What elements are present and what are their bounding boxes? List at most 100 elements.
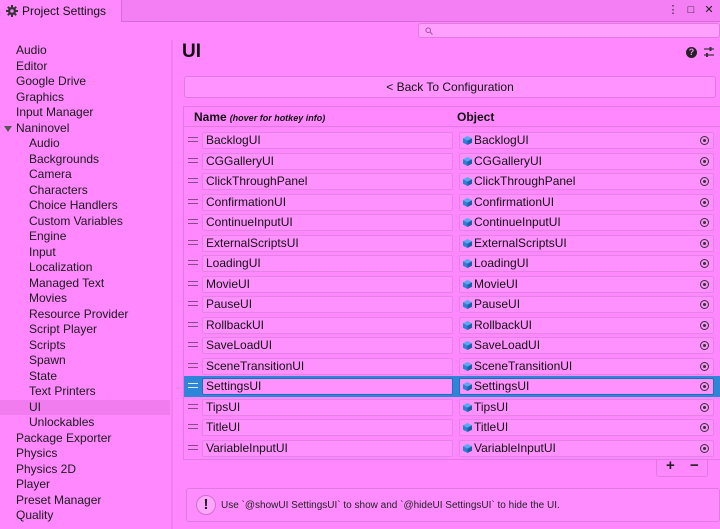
- ui-name-field[interactable]: SaveLoadUI: [202, 337, 453, 354]
- drag-handle-icon[interactable]: [188, 362, 198, 368]
- ui-name-field[interactable]: VariableInputUI: [202, 439, 453, 457]
- sidebar-item[interactable]: Scripts: [0, 338, 170, 354]
- maximize-icon[interactable]: □: [684, 3, 698, 17]
- more-options-icon[interactable]: ⋮: [666, 3, 680, 17]
- drag-handle-icon[interactable]: [188, 219, 198, 224]
- sidebar-item[interactable]: Physics: [0, 446, 170, 462]
- ui-object-field[interactable]: BacklogUI: [459, 132, 714, 149]
- remove-button[interactable]: −: [690, 457, 699, 474]
- object-picker-icon[interactable]: [700, 279, 709, 289]
- sidebar-item[interactable]: Graphics: [0, 90, 170, 106]
- drag-handle-icon[interactable]: [188, 403, 198, 409]
- ui-list-row[interactable]: MovieUI MovieUI: [184, 274, 720, 295]
- sidebar-item[interactable]: Player: [0, 477, 170, 493]
- sidebar-item[interactable]: Input: [0, 245, 170, 261]
- object-picker-icon[interactable]: [700, 218, 709, 227]
- sidebar-item[interactable]: Script Player: [0, 322, 170, 338]
- ui-list-row[interactable]: RollbackUI RollbackUI: [184, 315, 720, 336]
- sidebar-item[interactable]: Spawn: [0, 353, 170, 369]
- sidebar-item[interactable]: Package Exporter: [0, 431, 170, 447]
- ui-list-row[interactable]: TipsUI TipsUI: [184, 397, 720, 418]
- ui-list-row[interactable]: SaveLoadUI SaveLoadUI: [184, 335, 720, 356]
- object-picker-icon[interactable]: [700, 402, 709, 412]
- ui-list-row[interactable]: LoadingUI LoadingUI: [184, 253, 720, 274]
- ui-object-field[interactable]: SceneTransitionUI: [459, 357, 714, 375]
- ui-list-row[interactable]: BacklogUI BacklogUI: [184, 130, 720, 151]
- sidebar-item[interactable]: Quality: [0, 508, 170, 524]
- drag-handle-icon[interactable]: [188, 137, 198, 142]
- drag-handle-icon[interactable]: [188, 280, 198, 286]
- ui-list-row[interactable]: ClickThroughPanel ClickThroughPanel: [184, 171, 720, 192]
- preset-settings-icon[interactable]: [703, 45, 715, 59]
- ui-list-row[interactable]: ConfirmationUI ConfirmationUI: [184, 192, 720, 213]
- sidebar-item[interactable]: Preset Manager: [0, 493, 170, 509]
- sidebar-item[interactable]: State: [0, 369, 170, 385]
- drag-handle-icon[interactable]: [188, 178, 198, 183]
- project-settings-tab[interactable]: Project Settings: [0, 0, 122, 22]
- ui-list-row[interactable]: ExternalScriptsUI ExternalScriptsUI: [184, 233, 720, 254]
- sidebar-item[interactable]: Custom Variables: [0, 214, 170, 230]
- object-picker-icon[interactable]: [700, 259, 709, 268]
- ui-object-field[interactable]: RollbackUI: [459, 316, 714, 334]
- panel-splitter[interactable]: [171, 40, 173, 529]
- ui-object-field[interactable]: VariableInputUI: [459, 439, 714, 457]
- drag-handle-icon[interactable]: [188, 321, 198, 327]
- ui-object-field[interactable]: ExternalScriptsUI: [459, 234, 714, 252]
- object-picker-icon[interactable]: [700, 238, 709, 248]
- ui-object-field[interactable]: PauseUI: [459, 296, 714, 313]
- sidebar-item[interactable]: Backgrounds: [0, 152, 170, 168]
- ui-name-field[interactable]: TipsUI: [202, 398, 453, 416]
- ui-name-field[interactable]: ClickThroughPanel: [202, 173, 453, 190]
- sidebar-item[interactable]: Google Drive: [0, 74, 170, 90]
- drag-handle-icon[interactable]: [188, 424, 198, 429]
- object-picker-icon[interactable]: [700, 320, 709, 330]
- sidebar-item[interactable]: Characters: [0, 183, 170, 199]
- sidebar-item[interactable]: Physics 2D: [0, 462, 170, 478]
- sidebar-item[interactable]: Localization: [0, 260, 170, 276]
- drag-handle-icon[interactable]: [188, 301, 198, 306]
- object-picker-icon[interactable]: [700, 197, 709, 207]
- ui-object-field[interactable]: TitleUI: [459, 419, 714, 436]
- ui-name-field[interactable]: PauseUI: [202, 296, 453, 313]
- ui-object-field[interactable]: SettingsUI: [459, 378, 714, 395]
- drag-handle-icon[interactable]: [188, 383, 198, 388]
- object-picker-icon[interactable]: [700, 156, 709, 166]
- object-picker-icon[interactable]: [700, 382, 709, 391]
- ui-name-field[interactable]: RollbackUI: [202, 316, 453, 334]
- ui-list-row[interactable]: TitleUI TitleUI: [184, 417, 720, 438]
- sidebar-item[interactable]: Choice Handlers: [0, 198, 170, 214]
- object-picker-icon[interactable]: [700, 177, 709, 186]
- ui-name-field[interactable]: ContinueInputUI: [202, 214, 453, 231]
- ui-name-field[interactable]: SceneTransitionUI: [202, 357, 453, 375]
- object-picker-icon[interactable]: [700, 300, 709, 309]
- ui-name-field[interactable]: LoadingUI: [202, 255, 453, 272]
- ui-object-field[interactable]: MovieUI: [459, 275, 714, 293]
- sidebar-item[interactable]: Editor: [0, 59, 170, 75]
- ui-name-field[interactable]: ConfirmationUI: [202, 193, 453, 211]
- ui-name-field[interactable]: TitleUI: [202, 419, 453, 436]
- drag-handle-icon[interactable]: [188, 239, 198, 245]
- ui-object-field[interactable]: ContinueInputUI: [459, 214, 714, 231]
- drag-handle-icon[interactable]: [188, 260, 198, 265]
- add-button[interactable]: +: [666, 457, 675, 474]
- object-picker-icon[interactable]: [700, 136, 709, 145]
- object-picker-icon[interactable]: [700, 423, 709, 432]
- sidebar-item[interactable]: Audio: [0, 43, 170, 59]
- ui-object-field[interactable]: LoadingUI: [459, 255, 714, 272]
- ui-list-row[interactable]: ContinueInputUI ContinueInputUI: [184, 212, 720, 233]
- sidebar-item[interactable]: Text Printers: [0, 384, 170, 400]
- object-picker-icon[interactable]: [700, 341, 709, 350]
- ui-list-row[interactable]: CGGalleryUI CGGalleryUI: [184, 151, 720, 172]
- object-picker-icon[interactable]: [700, 443, 709, 453]
- sidebar-item[interactable]: Naninovel: [0, 121, 170, 137]
- ui-list-row[interactable]: SceneTransitionUI SceneTransitionUI: [184, 356, 720, 377]
- back-to-configuration-button[interactable]: < Back To Configuration: [184, 76, 716, 98]
- ui-name-field[interactable]: SettingsUI: [202, 378, 453, 395]
- help-icon[interactable]: ?: [686, 47, 697, 58]
- object-picker-icon[interactable]: [700, 361, 709, 371]
- search-input[interactable]: [418, 23, 720, 38]
- ui-list-row[interactable]: SettingsUI SettingsUI: [184, 376, 720, 397]
- drag-handle-icon[interactable]: [188, 198, 198, 204]
- sidebar-item[interactable]: Input Manager: [0, 105, 170, 121]
- sidebar-item[interactable]: Audio: [0, 136, 170, 152]
